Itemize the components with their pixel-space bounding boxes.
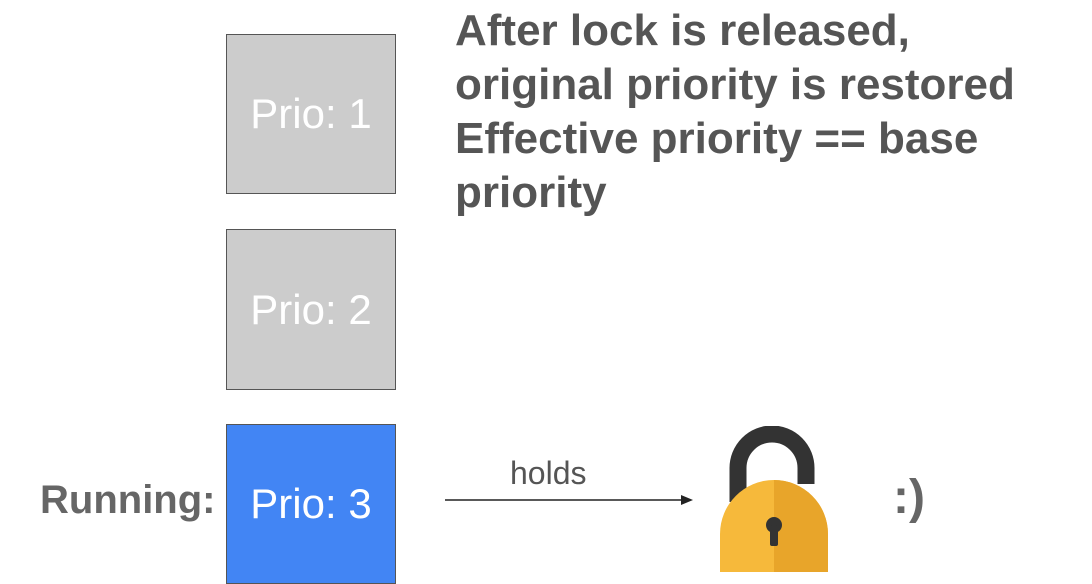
- task-label-prio-1: Prio: 1: [250, 90, 372, 137]
- task-box-prio-3: Prio: 3: [226, 424, 396, 584]
- smiley-emoticon: :): [893, 471, 925, 524]
- task-label-prio-3: Prio: 3: [250, 480, 372, 527]
- unlocked-padlock-icon: [720, 426, 828, 572]
- task-box-prio-1: Prio: 1: [226, 34, 396, 194]
- headline-line-1: After lock is released,: [455, 6, 910, 55]
- holds-arrow: [445, 495, 693, 505]
- headline-line-2: original priority is restored: [455, 60, 1015, 109]
- keyhole-slot: [770, 525, 778, 546]
- holds-arrow-head: [681, 495, 693, 505]
- headline-line-4: priority: [455, 168, 607, 217]
- headline: After lock is released, original priorit…: [455, 4, 1091, 220]
- running-label: Running:: [40, 478, 216, 522]
- task-box-prio-2: Prio: 2: [226, 229, 396, 390]
- headline-line-3: Effective priority == base: [455, 114, 979, 163]
- lock-body-shade: [774, 480, 828, 572]
- holds-label: holds: [510, 455, 587, 491]
- task-label-prio-2: Prio: 2: [250, 285, 372, 333]
